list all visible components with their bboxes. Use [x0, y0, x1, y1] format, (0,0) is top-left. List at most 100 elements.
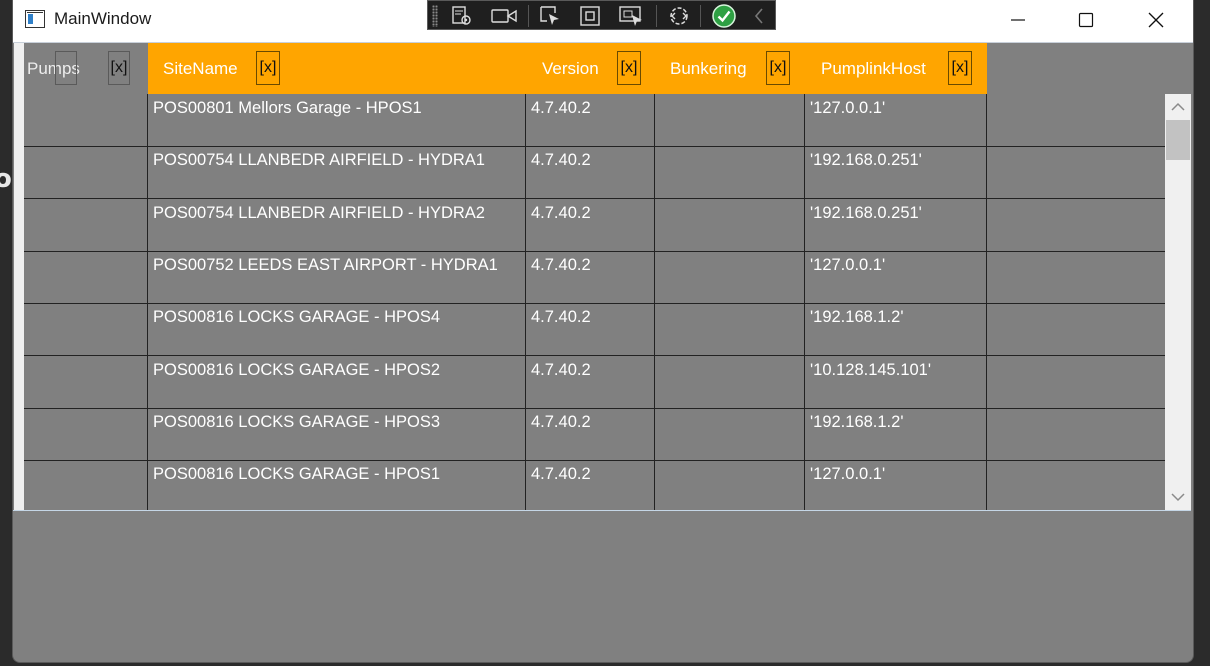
- cell-version[interactable]: 4.7.40.2: [526, 146, 655, 199]
- live-visual-tree-icon[interactable]: [450, 4, 474, 28]
- pumps-filter-box[interactable]: [55, 51, 77, 85]
- table-row[interactable]: POS00754 LLANBEDR AIRFIELD - HYDRA2 4.7.4…: [24, 198, 1176, 252]
- table-row[interactable]: POS00816 LOCKS GARAGE - HPOS4 4.7.40.2 '19…: [24, 303, 1176, 357]
- cell-value: POS00801 Mellors Garage - HPOS1: [153, 99, 422, 117]
- close-button[interactable]: [1121, 0, 1191, 40]
- cell-pumplinkhost[interactable]: '192.168.1.2': [805, 407, 987, 460]
- cell-value: 4.7.40.2: [531, 308, 591, 327]
- scroll-down-button[interactable]: [1165, 484, 1191, 510]
- cell-bunkering[interactable]: [655, 94, 805, 146]
- sitename-clear-filter-button[interactable]: [x]: [256, 51, 280, 85]
- cell-value: 4.7.40.2: [531, 412, 591, 431]
- column-header-sitename[interactable]: SiteName [x]: [148, 43, 526, 94]
- cell-pumplinkhost[interactable]: '192.168.1.2': [805, 303, 987, 356]
- cell-version[interactable]: 4.7.40.2: [526, 303, 655, 356]
- data-grid[interactable]: Pumps [x] SiteName [x] Version [x] Bunke…: [13, 43, 1191, 511]
- cell-bunkering[interactable]: [655, 198, 805, 251]
- cell-value: POS00816 LOCKS GARAGE - HPOS2: [153, 360, 441, 379]
- column-header-label: SiteName: [163, 59, 238, 78]
- cell-bunkering[interactable]: [655, 146, 805, 199]
- cell-bunkering[interactable]: [655, 355, 805, 408]
- select-element-icon[interactable]: [538, 4, 562, 28]
- cell-pumplinkhost[interactable]: '192.168.0.251': [805, 198, 987, 251]
- cell-version[interactable]: 4.7.40.2: [526, 250, 655, 303]
- grid-header-row: Pumps [x] SiteName [x] Version [x] Bunke…: [24, 43, 1176, 94]
- bunkering-clear-filter-button[interactable]: [x]: [766, 51, 790, 85]
- window-title: MainWindow: [54, 9, 152, 28]
- cell-sitename[interactable]: POS00754 LLANBEDR AIRFIELD - HYDRA2: [148, 198, 526, 251]
- minimize-button[interactable]: [983, 0, 1053, 40]
- cell-bunkering[interactable]: [655, 250, 805, 303]
- record-icon[interactable]: [490, 4, 518, 28]
- background-glyph: o: [0, 164, 12, 194]
- cell-value: POS00816 LOCKS GARAGE - HPOS3: [153, 412, 441, 431]
- cell-value: 4.7.40.2: [531, 151, 591, 170]
- table-row[interactable]: POS00754 LLANBEDR AIRFIELD - HYDRA1 4.7.4…: [24, 146, 1176, 200]
- column-header-pumplinkhost[interactable]: PumplinkHost [x]: [805, 43, 987, 94]
- cell-version[interactable]: 4.7.40.2: [526, 460, 655, 510]
- table-row[interactable]: POS00816 LOCKS GARAGE - HPOS2 4.7.40.2 '10…: [24, 355, 1176, 409]
- table-row[interactable]: POS00816 LOCKS GARAGE - HPOS3 4.7.40.2 '19…: [24, 407, 1176, 461]
- scrollbar-thumb[interactable]: [1166, 120, 1190, 160]
- cell-version[interactable]: 4.7.40.2: [526, 94, 655, 146]
- cell-value: POS00754 LLANBEDR AIRFIELD - HYDRA1: [153, 151, 485, 170]
- cell-pumps[interactable]: [24, 303, 148, 356]
- cell-bunkering[interactable]: [655, 460, 805, 510]
- cell-pumplinkhost[interactable]: '192.168.0.251': [805, 146, 987, 199]
- toolbar-grip[interactable]: [432, 5, 438, 27]
- cell-sitename[interactable]: POS00752 LEEDS EAST AIRPORT - HYDRA1: [148, 250, 526, 303]
- cell-sitename[interactable]: POS00801 Mellors Garage - HPOS1: [148, 94, 526, 146]
- cell-value: 4.7.40.2: [531, 465, 591, 484]
- pumps-clear-filter-button[interactable]: [x]: [108, 51, 130, 85]
- cell-value: '192.168.0.251': [810, 151, 922, 170]
- collapse-toolbar-icon[interactable]: [750, 4, 768, 28]
- maximize-button[interactable]: [1051, 0, 1121, 40]
- cell-bunkering[interactable]: [655, 303, 805, 356]
- cell-pumplinkhost[interactable]: '127.0.0.1': [805, 94, 987, 146]
- cell-value: '10.128.145.101': [810, 360, 931, 379]
- table-row[interactable]: POS00752 LEEDS EAST AIRPORT - HYDRA1 4.7.…: [24, 250, 1176, 304]
- cell-version[interactable]: 4.7.40.2: [526, 407, 655, 460]
- cell-pumps[interactable]: [24, 146, 148, 199]
- cell-value: '192.168.1.2': [810, 308, 904, 327]
- cell-pumplinkhost[interactable]: '10.128.145.101': [805, 355, 987, 408]
- column-header-pumps[interactable]: Pumps [x]: [24, 43, 148, 94]
- cell-value: '192.168.1.2': [810, 412, 904, 431]
- cell-sitename[interactable]: POS00816 LOCKS GARAGE - HPOS3: [148, 407, 526, 460]
- pumplinkhost-clear-filter-button[interactable]: [x]: [948, 51, 972, 85]
- toolbar-separator: [656, 5, 657, 27]
- table-row[interactable]: POS00816 LOCKS GARAGE - HPOS1 4.7.40.2 '12…: [24, 460, 1176, 510]
- vertical-scrollbar[interactable]: [1165, 94, 1191, 510]
- binding-ok-icon[interactable]: [712, 4, 736, 28]
- scroll-up-button[interactable]: [1165, 94, 1191, 120]
- close-icon: [1148, 12, 1164, 28]
- grid-rows: POS00801 Mellors Garage - HPOS1 4.7.40.2 '…: [24, 94, 1176, 510]
- cell-sitename[interactable]: POS00816 LOCKS GARAGE - HPOS2: [148, 355, 526, 408]
- chevron-up-icon: [1171, 102, 1185, 111]
- hot-reload-icon[interactable]: [666, 4, 692, 28]
- cell-pumps[interactable]: [24, 355, 148, 408]
- column-header-bunkering[interactable]: Bunkering [x]: [655, 43, 805, 94]
- cell-version[interactable]: 4.7.40.2: [526, 355, 655, 408]
- main-window: MainWindow Pumps [x] SiteName [x] Versio…: [12, 0, 1194, 663]
- cell-pumps[interactable]: [24, 460, 148, 510]
- cell-value: POS00816 LOCKS GARAGE - HPOS4: [153, 308, 441, 327]
- cell-value: 4.7.40.2: [531, 203, 591, 222]
- table-row[interactable]: POS00801 Mellors Garage - HPOS1 4.7.40.2 '…: [24, 94, 1176, 147]
- cell-pumps[interactable]: [24, 198, 148, 251]
- cell-sitename[interactable]: POS00816 LOCKS GARAGE - HPOS4: [148, 303, 526, 356]
- cell-pumps[interactable]: [24, 94, 148, 146]
- cell-sitename[interactable]: POS00816 LOCKS GARAGE - HPOS1: [148, 460, 526, 510]
- cell-pumplinkhost[interactable]: '127.0.0.1': [805, 460, 987, 510]
- cell-pumps[interactable]: [24, 250, 148, 303]
- track-focused-element-icon[interactable]: [618, 4, 646, 28]
- cell-bunkering[interactable]: [655, 407, 805, 460]
- cell-version[interactable]: 4.7.40.2: [526, 198, 655, 251]
- display-layout-adorners-icon[interactable]: [578, 4, 602, 28]
- column-header-version[interactable]: Version [x]: [526, 43, 655, 94]
- toolbar-separator: [528, 5, 529, 27]
- cell-sitename[interactable]: POS00754 LLANBEDR AIRFIELD - HYDRA1: [148, 146, 526, 199]
- cell-pumplinkhost[interactable]: '127.0.0.1': [805, 250, 987, 303]
- version-clear-filter-button[interactable]: [x]: [617, 51, 641, 85]
- cell-pumps[interactable]: [24, 407, 148, 460]
